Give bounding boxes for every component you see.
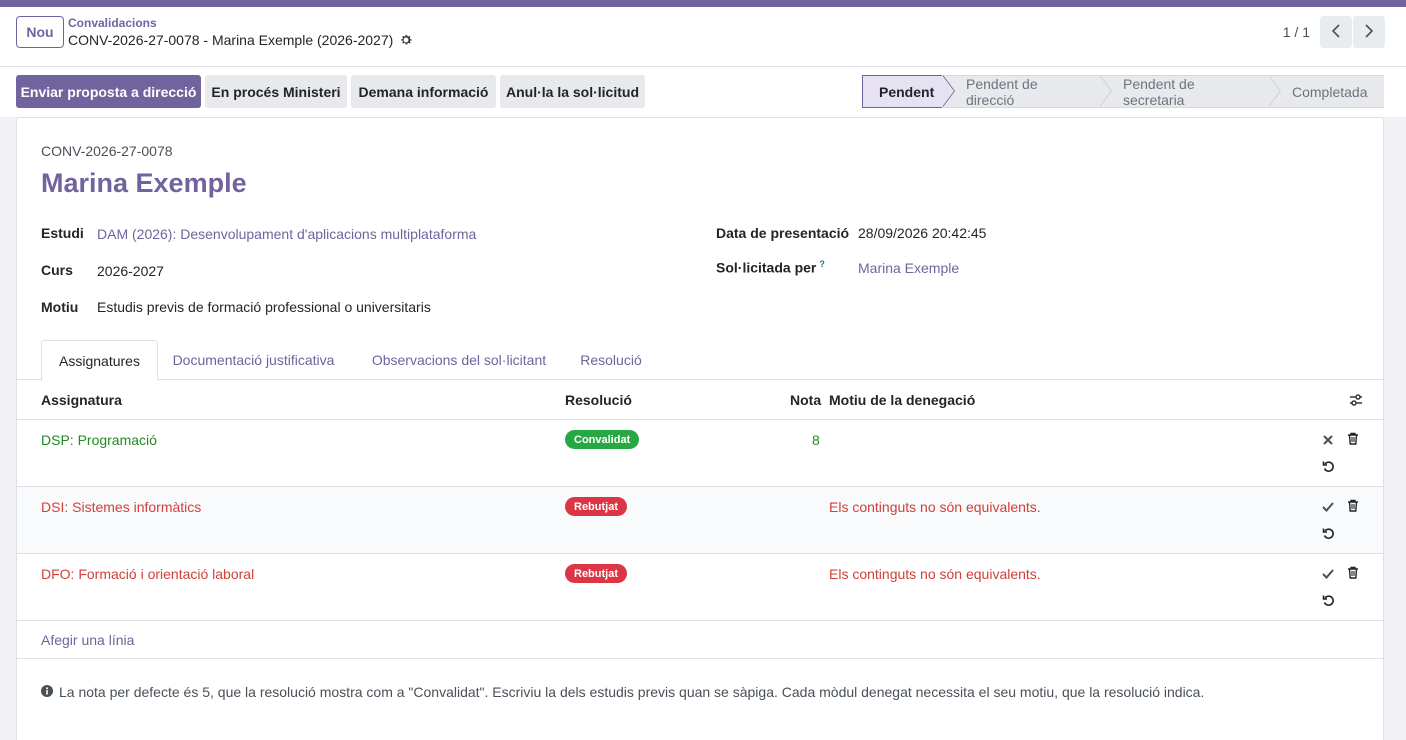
motiu-field[interactable]: Estudis previs de formació professional … xyxy=(97,299,431,315)
info-note: La nota per defecte és 5, que la resoluc… xyxy=(41,684,1204,700)
data-presentacio-field[interactable]: 28/09/2026 20:42:45 xyxy=(858,225,986,241)
sollicitada-label: Sol·licitada per? xyxy=(716,259,825,276)
record-reference: CONV-2026-27-0078 xyxy=(41,143,173,159)
new-button[interactable]: Nou xyxy=(16,16,64,48)
tab-documentacio[interactable]: Documentació justificativa xyxy=(166,340,341,380)
sollicitada-field[interactable]: Marina Exemple xyxy=(858,260,959,276)
check-icon[interactable] xyxy=(1321,567,1335,581)
form-sheet: CONV-2026-27-0078 Marina Exemple Estudi … xyxy=(16,117,1384,740)
top-navbar xyxy=(0,0,1406,7)
status-badge: Rebutjat xyxy=(565,564,627,583)
stage-pendent[interactable]: Pendent xyxy=(862,75,955,108)
column-motiu[interactable]: Motiu de la denegació xyxy=(829,392,975,408)
reject-icon[interactable] xyxy=(1321,433,1335,447)
row-assignatura[interactable]: DSI: Sistemes informàtics xyxy=(41,499,201,515)
request-info-button[interactable]: Demana informació xyxy=(351,75,496,108)
row-assignatura[interactable]: DFO: Formació i orientació laboral xyxy=(41,566,254,582)
tab-observacions[interactable]: Observacions del sol·licitant xyxy=(363,340,555,380)
status-badge: Convalidat xyxy=(565,430,640,449)
row-motiu[interactable]: Els continguts no són equivalents. xyxy=(829,566,1041,582)
add-line-button[interactable]: Afegir una línia xyxy=(41,632,134,648)
reset-icon[interactable] xyxy=(1321,593,1335,607)
reset-icon[interactable] xyxy=(1321,459,1335,473)
column-settings-icon[interactable] xyxy=(1349,393,1363,410)
status-bar: Pendent Pendent de direcció Pendent de s… xyxy=(862,75,1384,108)
cancel-request-button[interactable]: Anul·la la sol·licitud xyxy=(500,75,645,108)
pager-value[interactable]: 1 / 1 xyxy=(1283,24,1310,40)
stage-pendent-secretaria[interactable]: Pendent de secretaria xyxy=(1099,75,1281,108)
stage-label: Pendent de secretaria xyxy=(1123,75,1195,108)
chevron-left-icon xyxy=(1331,23,1341,41)
pager-next-button[interactable] xyxy=(1353,16,1385,48)
trash-icon[interactable] xyxy=(1346,565,1360,579)
tab-assignatures[interactable]: Assignatures xyxy=(41,340,158,381)
stage-label: Pendent xyxy=(879,83,935,100)
gear-icon[interactable] xyxy=(399,33,413,47)
table-row[interactable]: DSI: Sistemes informàtics Rebutjat Els c… xyxy=(17,487,1383,554)
control-panel: Nou Convalidacions CONV-2026-27-0078 - M… xyxy=(0,7,1406,67)
reset-icon[interactable] xyxy=(1321,526,1335,540)
column-assignatura[interactable]: Assignatura xyxy=(41,392,122,408)
estudi-label: Estudi xyxy=(41,225,84,241)
info-icon xyxy=(41,684,53,700)
breadcrumb-convalidacions[interactable]: Convalidacions xyxy=(68,16,157,30)
table-row[interactable]: DFO: Formació i orientació laboral Rebut… xyxy=(17,554,1383,621)
ministry-process-button[interactable]: En procés Ministeri xyxy=(205,75,347,108)
record-name-text: CONV-2026-27-0078 - Marina Exemple (2026… xyxy=(68,32,394,48)
motiu-label: Motiu xyxy=(41,299,79,315)
stage-completada[interactable]: Completada xyxy=(1268,75,1384,108)
row-nota[interactable]: 8 xyxy=(812,432,820,448)
table-header: Assignatura Resolució Nota Motiu de la d… xyxy=(17,380,1383,420)
send-to-direction-button[interactable]: Enviar proposta a direcció xyxy=(16,75,201,108)
column-resolucio[interactable]: Resolució xyxy=(565,392,632,408)
info-note-text: La nota per defecte és 5, que la resoluc… xyxy=(59,684,1205,700)
chevron-right-icon xyxy=(1364,23,1374,41)
curs-label: Curs xyxy=(41,262,73,278)
table-row[interactable]: DSP: Programació Convalidat 8 xyxy=(17,420,1383,487)
trash-icon[interactable] xyxy=(1346,498,1360,512)
tab-resolucio[interactable]: Resolució xyxy=(571,340,651,380)
trash-icon[interactable] xyxy=(1346,431,1360,445)
status-badge: Rebutjat xyxy=(565,497,627,516)
add-line-row: Afegir una línia xyxy=(17,621,1383,659)
sollicitada-label-text: Sol·licitada per xyxy=(716,259,817,276)
row-motiu[interactable]: Els continguts no són equivalents. xyxy=(829,499,1041,515)
column-nota[interactable]: Nota xyxy=(790,392,821,408)
stage-label: Pendent de direcció xyxy=(966,75,1038,108)
record-name: CONV-2026-27-0078 - Marina Exemple (2026… xyxy=(68,32,413,48)
estudi-field[interactable]: DAM (2026): Desenvolupament d'aplicacion… xyxy=(97,226,476,242)
data-presentacio-label: Data de presentació xyxy=(716,225,850,241)
pager-previous-button[interactable] xyxy=(1320,16,1352,48)
action-bar: Enviar proposta a direcció En procés Min… xyxy=(0,67,1406,117)
help-icon[interactable]: ? xyxy=(819,259,825,269)
stage-label: Completada xyxy=(1292,83,1368,100)
check-icon[interactable] xyxy=(1321,500,1335,514)
row-assignatura[interactable]: DSP: Programació xyxy=(41,432,157,448)
stage-pendent-direccio[interactable]: Pendent de direcció xyxy=(942,75,1112,108)
record-title[interactable]: Marina Exemple xyxy=(41,168,247,199)
notebook-tabs: Assignatures Documentació justificativa … xyxy=(17,340,1383,381)
curs-field[interactable]: 2026-2027 xyxy=(97,263,164,279)
